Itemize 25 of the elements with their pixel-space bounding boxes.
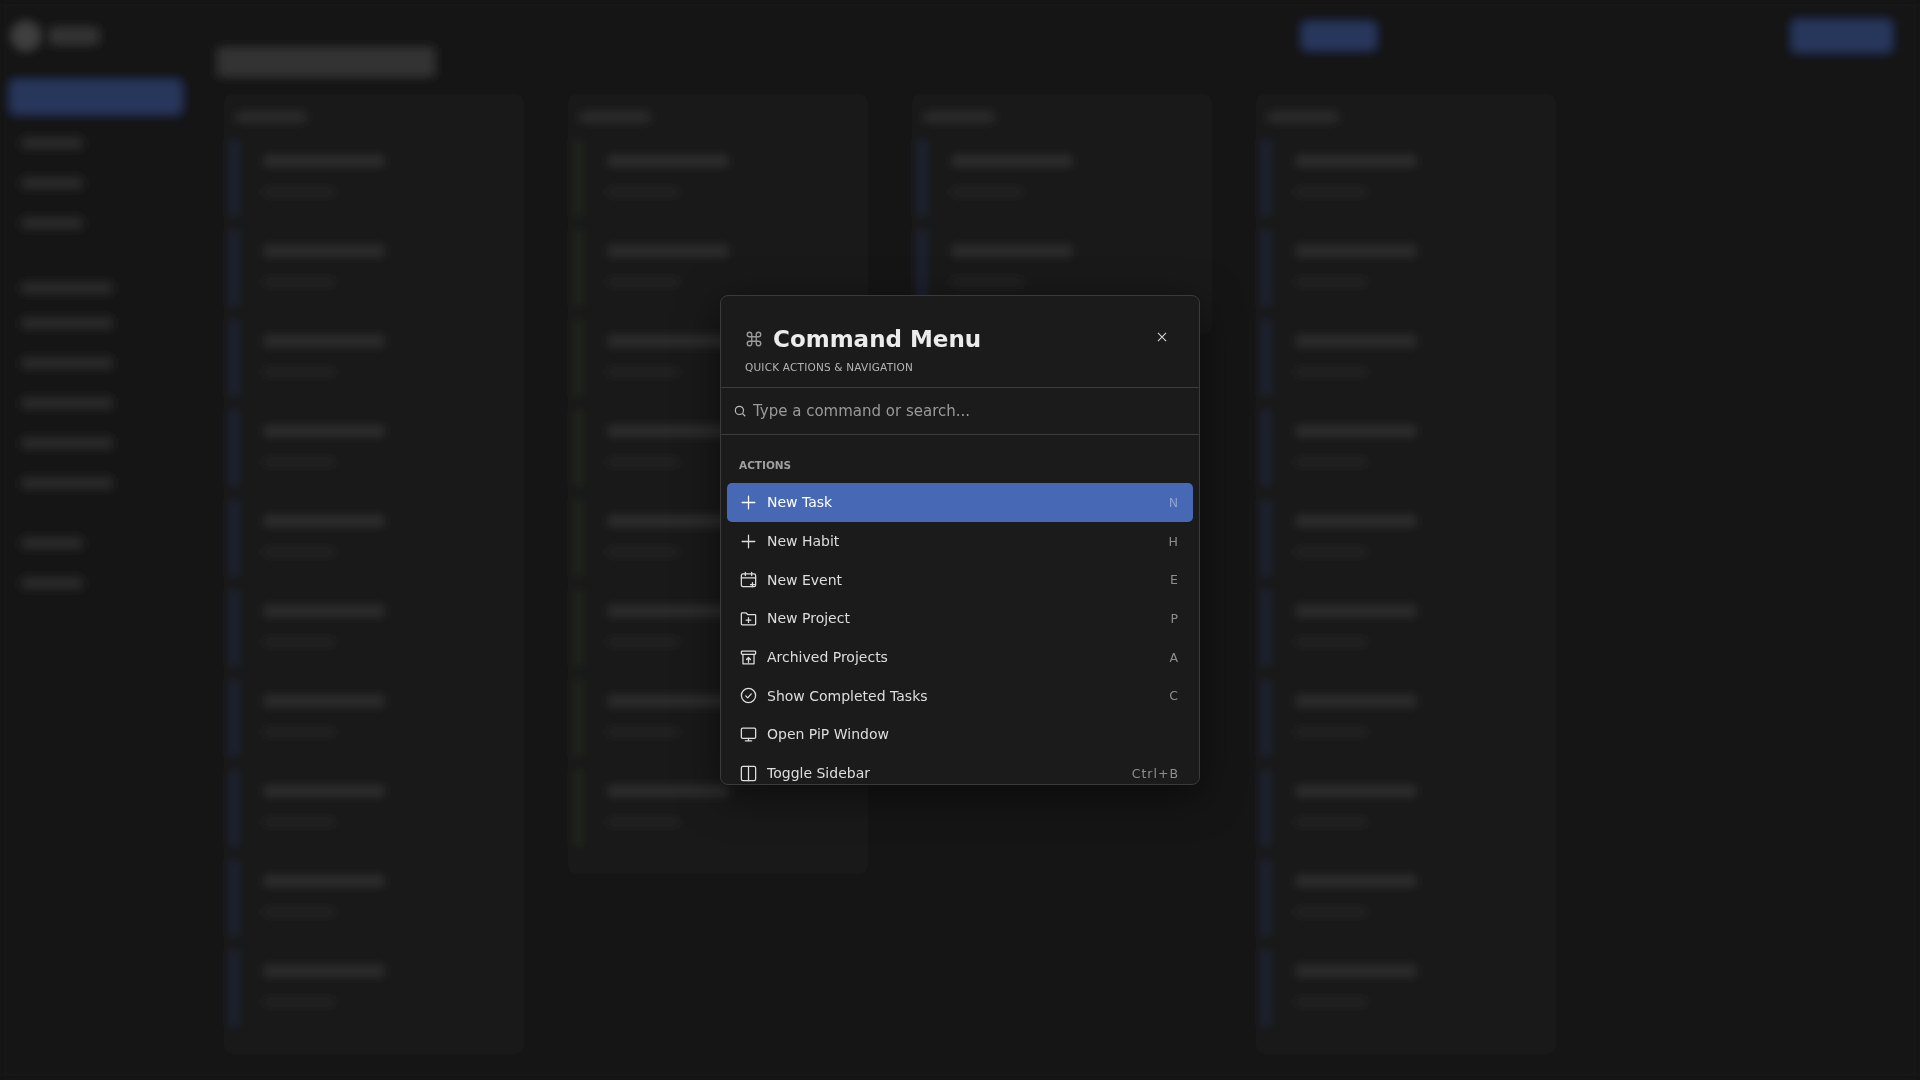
shortcut-key: N (1168, 494, 1179, 510)
command-key-icon (745, 330, 763, 348)
menu-item[interactable]: New Habit H (727, 521, 1193, 561)
close-icon (1155, 330, 1169, 344)
calendar-plus-icon (739, 570, 758, 590)
section-heading: ACTIONS (738, 459, 793, 473)
check-circle-icon (739, 686, 758, 706)
dialog-title: Command Menu (773, 326, 982, 352)
menu-item[interactable]: New Task N (727, 483, 1193, 522)
menu-item[interactable]: Archived Projects A (727, 637, 1193, 677)
menu-item[interactable]: Toggle Sidebar Ctrl+B (727, 753, 1193, 784)
shortcut-key: A (1169, 649, 1179, 665)
shortcut-key: Ctrl+B (1131, 765, 1179, 781)
shortcut-key: C (1169, 688, 1179, 704)
sidebar-icon (739, 763, 758, 783)
search-field[interactable]: Type a command or search... (753, 402, 1187, 420)
shortcut-key: H (1168, 533, 1179, 549)
shortcut-key: E (1170, 572, 1179, 588)
menu-item[interactable]: Open PiP Window (727, 715, 1193, 754)
dialog-subtitle: QUICK ACTIONS & NAVIGATION (745, 361, 914, 373)
menu-item[interactable]: New Project P (727, 599, 1193, 638)
menu-item[interactable]: New Event E (727, 560, 1193, 600)
menu-item[interactable]: Show Completed Tasks C (727, 676, 1193, 716)
search-icon (733, 404, 747, 418)
shortcut-key: P (1170, 610, 1179, 626)
